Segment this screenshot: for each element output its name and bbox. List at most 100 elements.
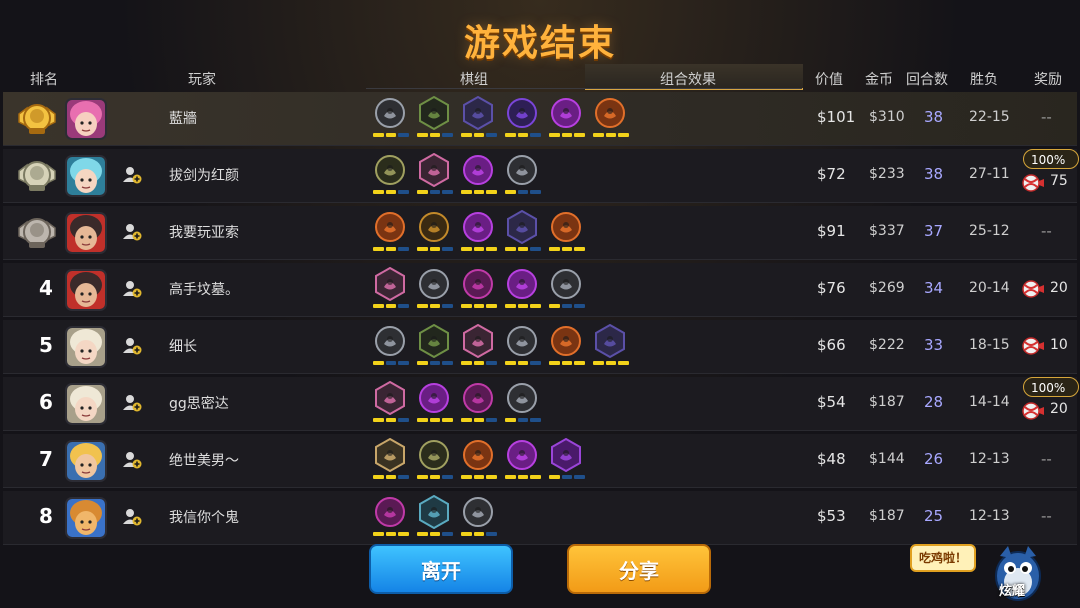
- synergy-item[interactable]: [503, 96, 541, 142]
- table-row[interactable]: 8 我信你个鬼 $53 $187 25 12-13 --: [3, 491, 1077, 545]
- synergy-item[interactable]: [371, 438, 409, 484]
- synergy-item[interactable]: [371, 324, 409, 370]
- synergy-item[interactable]: [547, 438, 585, 484]
- pip-active: [429, 532, 441, 536]
- player-avatar[interactable]: [65, 440, 107, 482]
- synergy-pips: [549, 475, 585, 480]
- synergy-item[interactable]: [415, 381, 453, 427]
- synergy-item[interactable]: [371, 96, 409, 142]
- player-avatar[interactable]: [65, 269, 107, 311]
- leave-button[interactable]: 离开: [369, 544, 513, 594]
- candy-reward-icon: [1022, 402, 1044, 420]
- pip-active: [473, 475, 485, 479]
- pip-inactive: [429, 190, 441, 194]
- reward-amount: 10: [1050, 337, 1068, 353]
- synergy-item[interactable]: [371, 210, 409, 256]
- synergy-item[interactable]: [591, 96, 629, 142]
- synergy-item[interactable]: [371, 495, 409, 541]
- add-friend-icon[interactable]: [122, 165, 142, 185]
- synergy-item[interactable]: [415, 210, 453, 256]
- synergy-item[interactable]: [459, 267, 497, 313]
- synergy-item[interactable]: [503, 438, 541, 484]
- add-friend-icon[interactable]: [122, 507, 142, 527]
- synergy-item[interactable]: [415, 438, 453, 484]
- synergy-item[interactable]: [459, 495, 497, 541]
- synergy-item[interactable]: [547, 96, 585, 142]
- purple-shield-icon: [551, 438, 581, 472]
- pink-hex-icon: [375, 381, 405, 415]
- synergy-item[interactable]: [371, 267, 409, 313]
- synergy-item[interactable]: [547, 324, 585, 370]
- chicken-dinner-bubble: 吃鸡啦！: [910, 544, 976, 572]
- synergy-item[interactable]: [459, 153, 497, 199]
- player-gold: $144: [869, 451, 905, 467]
- synergy-pips: [417, 418, 453, 423]
- rank-number: 4: [39, 276, 53, 300]
- pip-active: [385, 532, 397, 536]
- player-avatar[interactable]: [65, 155, 107, 197]
- synergy-item[interactable]: [503, 267, 541, 313]
- pip-active: [461, 475, 472, 479]
- tab-lineup[interactable]: 棋组: [460, 69, 488, 89]
- synergy-item[interactable]: [415, 96, 453, 142]
- bronze-medal-icon: [18, 218, 56, 248]
- add-friend-icon[interactable]: [122, 336, 142, 356]
- bonus-badge: 100%: [1023, 377, 1079, 397]
- synergy-item[interactable]: [459, 96, 497, 142]
- player-name: 我信你个鬼: [169, 510, 239, 526]
- pip-active: [505, 418, 516, 422]
- synergy-pips: [373, 475, 409, 480]
- synergy-item[interactable]: [371, 381, 409, 427]
- synergy-item[interactable]: [459, 324, 497, 370]
- synergy-item[interactable]: [503, 381, 541, 427]
- table-row[interactable]: 藍牆 $101 $310 38 22-15 --: [3, 92, 1077, 146]
- synergy-item[interactable]: [547, 267, 585, 313]
- synergy-item[interactable]: [503, 210, 541, 256]
- synergy-item[interactable]: [591, 324, 629, 370]
- player-avatar[interactable]: [65, 212, 107, 254]
- gray-circle-icon: [375, 98, 405, 128]
- synergy-item[interactable]: [459, 438, 497, 484]
- pip-active: [505, 247, 516, 251]
- table-row[interactable]: 4 高手坟墓。 $76 $269 34 20-14 20: [3, 263, 1077, 317]
- olive-circle-icon: [375, 155, 405, 185]
- table-row[interactable]: 5 细长 $66 $222 33 18-15 10: [3, 320, 1077, 374]
- synergy-pips: [417, 361, 453, 366]
- add-friend-icon[interactable]: [122, 222, 142, 242]
- synergy-item[interactable]: [547, 210, 585, 256]
- synergy-item[interactable]: [503, 153, 541, 199]
- player-avatar[interactable]: [65, 497, 107, 539]
- synergy-pips: [505, 361, 541, 366]
- table-row[interactable]: 7 绝世美男～ $48 $144 26 12-13 --: [3, 434, 1077, 488]
- player-name: 藍牆: [169, 111, 197, 127]
- pip-active: [417, 304, 428, 308]
- synergy-item[interactable]: [415, 153, 453, 199]
- synergy-item[interactable]: [415, 324, 453, 370]
- table-row[interactable]: 6 gg思密达 $54 $187 28 14-14 100% 20: [3, 377, 1079, 431]
- table-row[interactable]: 我要玩亚索 $91 $337 37 25-12 --: [3, 206, 1077, 260]
- synergy-item[interactable]: [415, 267, 453, 313]
- pip-active: [549, 361, 560, 365]
- player-avatar[interactable]: [65, 98, 107, 140]
- player-avatar[interactable]: [65, 326, 107, 368]
- purple-hat-icon: [595, 324, 625, 358]
- player-name: 高手坟墓。: [169, 282, 239, 298]
- tab-synergy[interactable]: 组合效果: [660, 69, 716, 89]
- add-friend-icon[interactable]: [122, 279, 142, 299]
- add-friend-icon[interactable]: [122, 393, 142, 413]
- add-friend-icon[interactable]: [122, 450, 142, 470]
- synergy-item[interactable]: [459, 381, 497, 427]
- player-avatar[interactable]: [65, 383, 107, 425]
- synergy-item[interactable]: [415, 495, 453, 541]
- table-row[interactable]: 拔剑为红颜 $72 $233 38 27-11 100% 75: [3, 149, 1079, 203]
- gold-medal-icon: [18, 104, 56, 134]
- olive-circle-icon: [419, 440, 449, 470]
- header-rank: 排名: [30, 72, 58, 88]
- pip-active: [505, 361, 516, 365]
- share-button[interactable]: 分享: [567, 544, 711, 594]
- synergy-item[interactable]: [371, 153, 409, 199]
- pip-active: [385, 133, 397, 137]
- gray-circle-icon: [551, 269, 581, 299]
- synergy-item[interactable]: [503, 324, 541, 370]
- synergy-item[interactable]: [459, 210, 497, 256]
